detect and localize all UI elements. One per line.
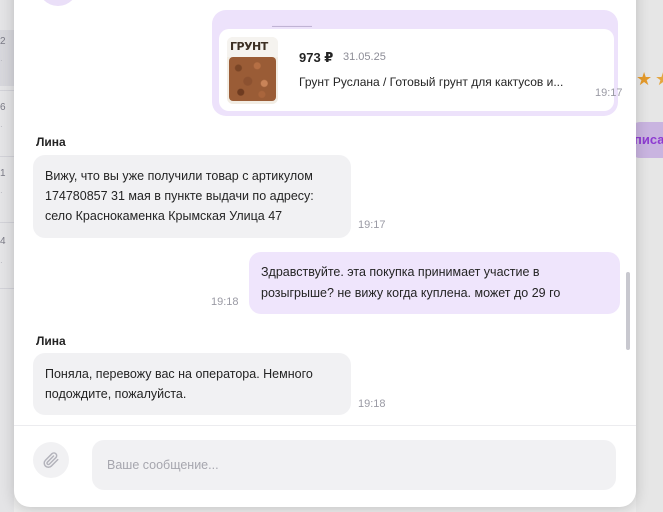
message-time: 19:17 [595,87,623,99]
message-text-line: розыгрыше? не вижу когда куплена. может … [261,286,561,300]
sender-name: Лина [36,135,66,149]
background-subtext: · [0,188,3,197]
message-list[interactable]: ———— ГРУНТ 973 ₽ 31.05.25 Грунт Руслана … [14,0,636,425]
divider [0,90,14,91]
background-subtext: · [0,122,3,131]
message-input[interactable] [92,440,616,490]
sender-name: Лина [36,334,66,348]
star-icon: ★ [636,69,653,89]
divider [14,425,636,426]
background-subtext: · [0,56,3,65]
incoming-message: Вижу, что вы уже получили товар с артику… [33,155,351,238]
background-count: 2 [0,36,6,47]
background-subtext: · [0,258,3,267]
divider [0,156,14,157]
background-list-strip: 2 · 6 · 1 · 4 · [0,0,14,512]
soil-image [229,57,276,101]
message-text-line: Здравствуйте. эта покупка принимает учас… [261,265,540,279]
background-count: 6 [0,102,6,113]
product-card[interactable]: ГРУНТ 973 ₽ 31.05.25 Грунт Руслана / Гот… [219,29,623,111]
divider [0,288,14,289]
product-title: Грунт Руслана / Готовый грунт для кактус… [299,75,564,89]
outgoing-message: Здравствуйте. эта покупка принимает учас… [249,252,620,314]
message-text-line: Вижу, что вы уже получили товар с артику… [45,169,313,183]
message-time: 19:17 [358,219,386,231]
message-text-line: 174780857 31 мая в пункте выдачи по адре… [45,189,314,203]
incoming-message: Поняла, перевожу вас на оператора. Немно… [33,353,351,415]
message-time: 19:18 [211,296,239,308]
product-thumbnail: ГРУНТ [227,37,278,104]
background-count: 4 [0,236,6,247]
message-text-line: село Краснокаменка Крымская Улица 47 [45,209,283,223]
message-text-line: подождите, пожалуйста. [45,387,187,401]
star-icon: ★ [655,70,663,88]
chat-modal: ———— ГРУНТ 973 ₽ 31.05.25 Грунт Руслана … [14,0,636,507]
message-time: 19:18 [358,398,386,410]
avatar [38,0,78,6]
product-brand-label: ГРУНТ [230,40,268,53]
product-date: 31.05.25 [343,51,386,63]
message-text-line: Поняла, перевожу вас на оператора. Немно… [45,367,313,381]
clipped-text: ———— [272,22,312,28]
divider [0,222,14,223]
attach-button[interactable] [33,442,69,478]
background-count: 1 [0,168,6,179]
product-price: 973 ₽ [299,50,334,65]
paperclip-icon [43,452,59,469]
scrollbar-thumb[interactable] [626,272,630,350]
